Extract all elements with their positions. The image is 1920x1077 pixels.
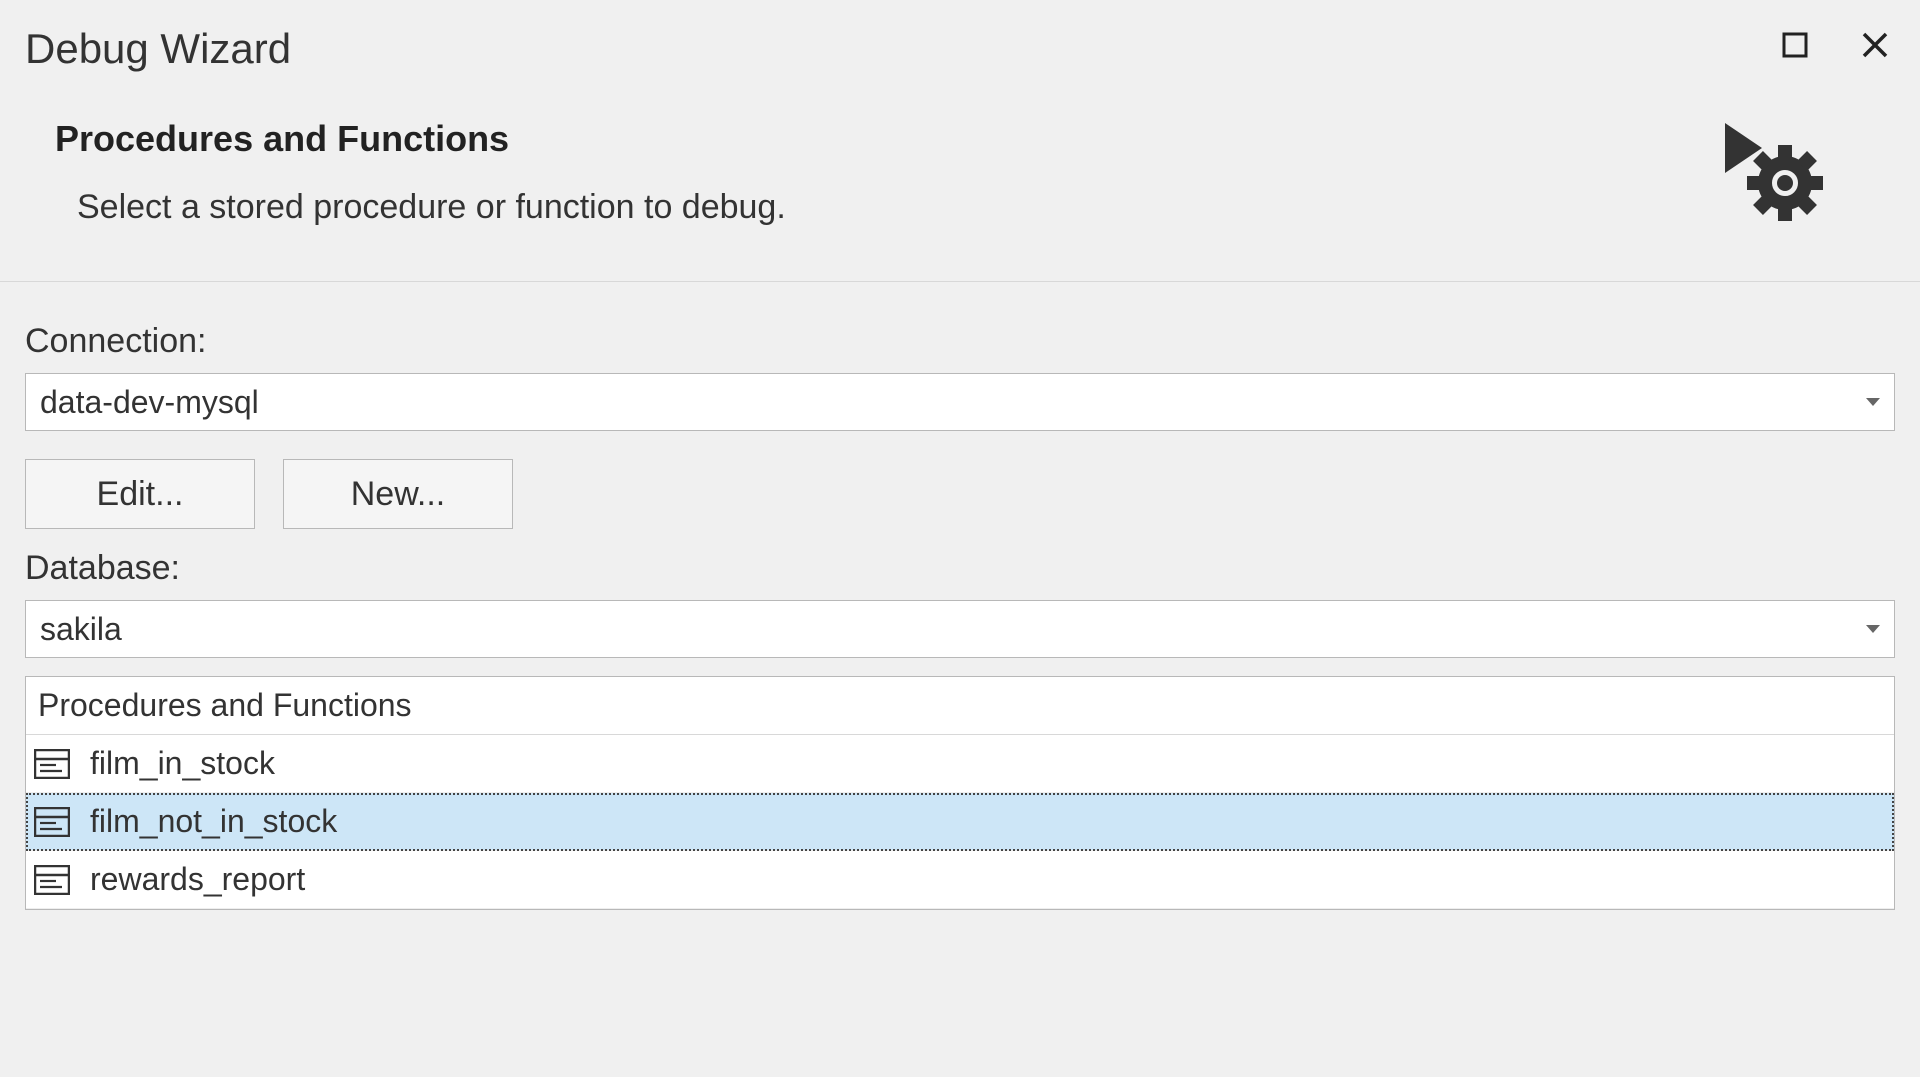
connection-value: data-dev-mysql [40, 384, 259, 421]
chevron-down-icon [1866, 625, 1880, 633]
new-button[interactable]: New... [283, 459, 513, 529]
maximize-button[interactable] [1775, 25, 1815, 65]
chevron-down-icon [1866, 398, 1880, 406]
list-header: Procedures and Functions [26, 677, 1894, 735]
titlebar-controls [1775, 25, 1895, 65]
debug-gear-icon [1710, 118, 1840, 236]
edit-button[interactable]: Edit... [25, 459, 255, 529]
database-select[interactable]: sakila [25, 600, 1895, 658]
database-label: Database: [25, 549, 1895, 588]
list-item-label: film_not_in_stock [90, 803, 337, 840]
form-area: Connection: data-dev-mysql Edit... New..… [0, 282, 1920, 930]
procedures-list: Procedures and Functions film_in_stock f… [25, 676, 1895, 910]
page-subtext: Select a stored procedure or function to… [77, 188, 1710, 227]
connection-button-row: Edit... New... [25, 459, 1895, 529]
list-item[interactable]: film_in_stock [26, 735, 1894, 793]
connection-select[interactable]: data-dev-mysql [25, 373, 1895, 431]
procedure-icon [34, 749, 70, 779]
debug-wizard-window: Debug Wizard Procedures and Functions Se… [0, 0, 1920, 1077]
header-text: Procedures and Functions Select a stored… [55, 118, 1710, 227]
window-title: Debug Wizard [25, 25, 291, 73]
close-icon [1861, 31, 1889, 59]
list-item-label: rewards_report [90, 861, 305, 898]
list-item[interactable]: rewards_report [26, 851, 1894, 909]
procedure-icon [34, 865, 70, 895]
connection-label: Connection: [25, 322, 1895, 361]
list-item-label: film_in_stock [90, 745, 275, 782]
titlebar: Debug Wizard [0, 0, 1920, 73]
close-button[interactable] [1855, 25, 1895, 65]
page-heading: Procedures and Functions [55, 118, 1710, 160]
database-value: sakila [40, 611, 122, 648]
header-section: Procedures and Functions Select a stored… [0, 73, 1920, 282]
list-item[interactable]: film_not_in_stock [26, 793, 1894, 851]
maximize-icon [1782, 32, 1808, 58]
procedure-icon [34, 807, 70, 837]
